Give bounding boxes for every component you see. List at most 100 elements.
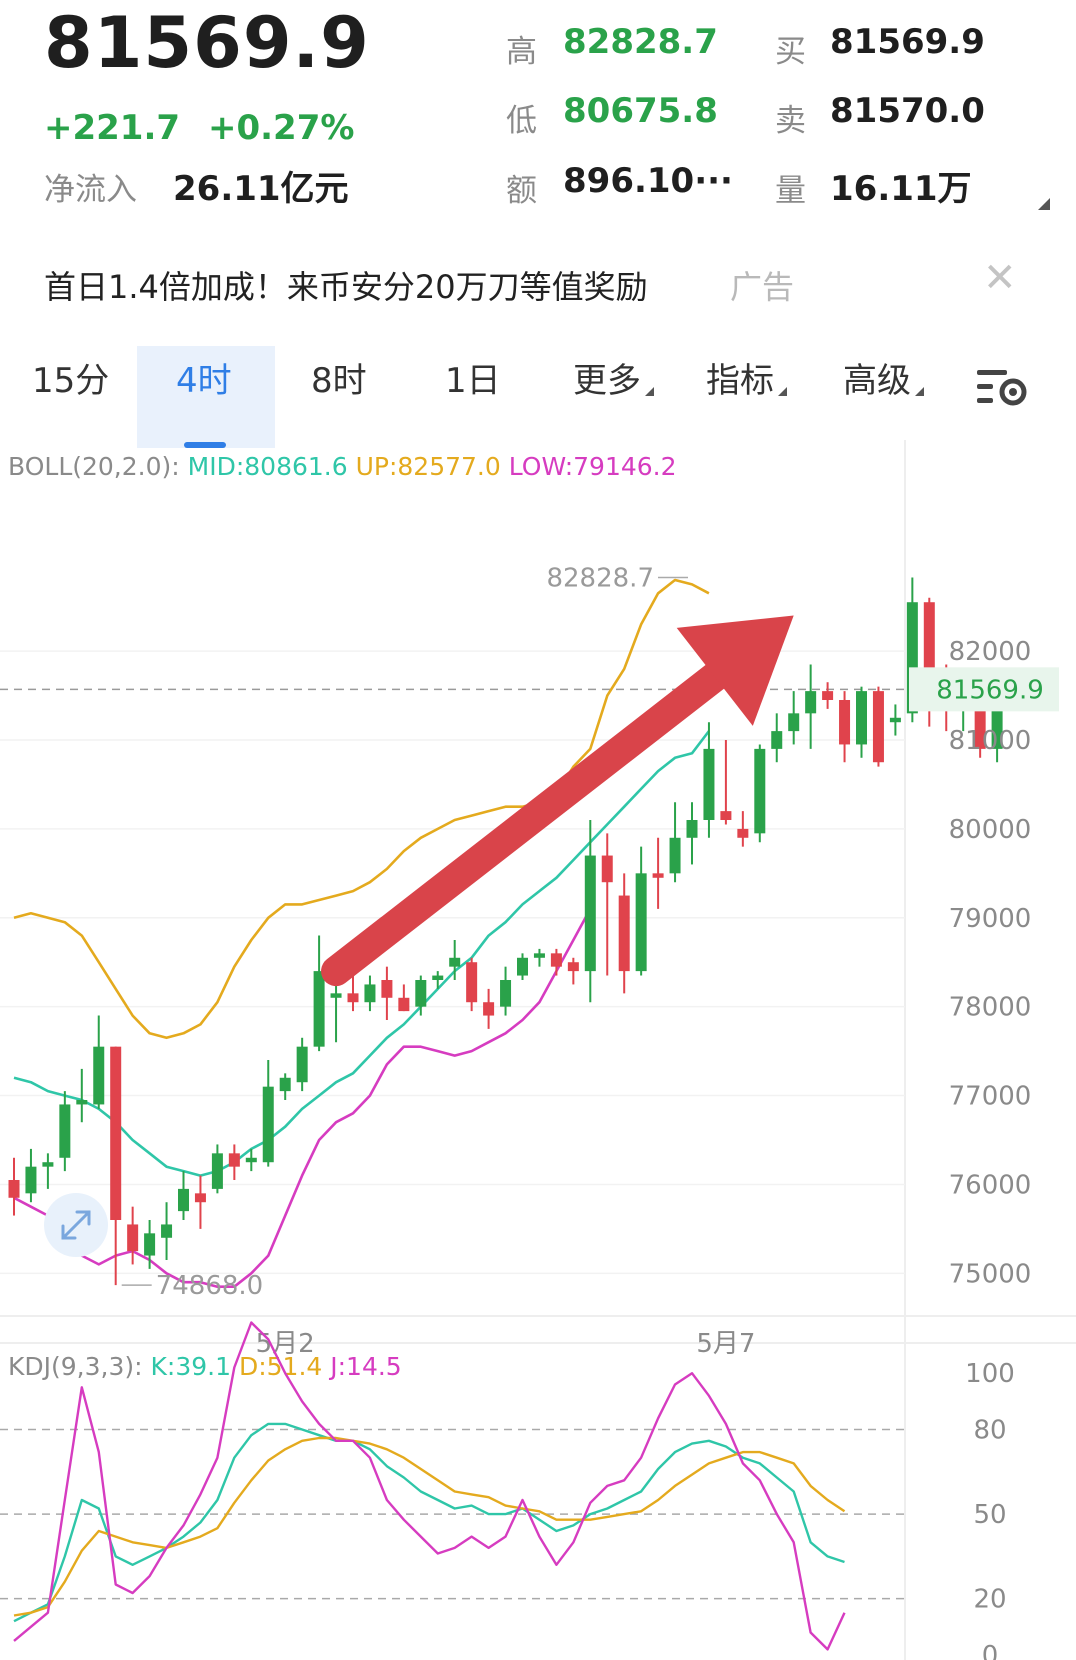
candle-body	[805, 691, 817, 714]
candle-body	[686, 820, 698, 838]
time-axis-label: 5月2	[256, 1329, 315, 1359]
buy-value: 81569.9	[830, 22, 985, 62]
net-inflow-value: 26.11亿元	[173, 169, 349, 209]
kline-chart[interactable]: 82000 81000 80000 79000 78000 77000 76000 75000…	[0, 440, 1076, 1660]
kdj-axis: 100 80 50 20 0	[965, 1359, 1015, 1660]
candle-body	[42, 1162, 54, 1167]
sell-label: 卖	[775, 103, 806, 139]
trend-arrow-shaft	[321, 661, 730, 987]
price-tick-label: 81000	[949, 726, 1032, 756]
volume-value: 16.11万	[830, 169, 972, 209]
chart-overlay: 82828.7 74868.0	[44, 563, 794, 1301]
candle-body	[245, 1157, 257, 1163]
candle-body	[8, 1180, 20, 1198]
candle-body	[178, 1188, 189, 1212]
tab-1d-label: 1日	[445, 361, 501, 401]
ad-banner-text[interactable]: 首日1.4倍加成！来币安分20万刀等值奖励	[44, 262, 648, 308]
candle-body	[601, 855, 613, 883]
candle-body	[839, 700, 851, 745]
candle-body	[466, 962, 478, 1003]
candle-body	[635, 873, 647, 972]
high-marker-label: 82828.7	[546, 563, 654, 593]
candle-body	[364, 984, 376, 1003]
candle-body	[279, 1077, 291, 1092]
candle-body	[550, 953, 562, 967]
candle-body	[856, 691, 867, 745]
candle-body	[262, 1086, 274, 1163]
candle-body	[737, 828, 749, 838]
low-value: 80675.8	[563, 91, 718, 131]
candle-body	[161, 1224, 173, 1238]
tab-1d[interactable]: 1日	[445, 356, 501, 406]
tab-advanced[interactable]: 高级	[843, 356, 924, 406]
price-tick-label: 78000	[949, 993, 1032, 1023]
current-price-label: 81569.9	[936, 675, 1044, 705]
price-tick-label: 77000	[949, 1082, 1032, 1112]
tab-advanced-label: 高级	[843, 361, 911, 401]
candle-body	[822, 691, 834, 700]
low-label: 低	[506, 103, 537, 139]
tab-more[interactable]: 更多	[573, 356, 654, 406]
candle-body	[788, 713, 800, 732]
time-axis-label: 5月7	[696, 1329, 755, 1359]
candle-body	[517, 957, 528, 976]
tab-15m[interactable]: 15分	[32, 356, 109, 406]
candlesticks	[8, 577, 1003, 1286]
candle-body	[584, 855, 596, 972]
kdj-series	[13, 1321, 846, 1651]
candle-body	[25, 1166, 37, 1194]
candle-body	[398, 997, 410, 1012]
candle-body	[432, 975, 444, 980]
candle-body	[228, 1153, 240, 1167]
tab-4h[interactable]: 4时	[176, 356, 232, 406]
chevron-down-icon	[915, 387, 924, 396]
candle-body	[330, 993, 342, 998]
candle-body	[59, 1104, 71, 1158]
candle-body	[889, 717, 901, 723]
expand-quote-icon[interactable]	[1038, 198, 1050, 210]
chevron-down-icon	[778, 387, 787, 396]
candle-body	[296, 1046, 308, 1083]
kdj-k-line	[13, 1422, 845, 1623]
amount-value: 896.10···	[563, 161, 733, 201]
tab-8h[interactable]: 8时	[311, 356, 367, 406]
price-tick-label: 79000	[949, 904, 1032, 934]
last-price: 81569.9	[44, 2, 370, 84]
candle-body	[76, 1100, 88, 1105]
tab-indicators[interactable]: 指标	[706, 356, 787, 406]
candle-body	[567, 962, 579, 972]
candle-body	[313, 971, 325, 1047]
tab-indicators-label: 指标	[706, 361, 774, 401]
candle-body	[754, 748, 766, 834]
high-label: 高	[506, 34, 537, 70]
candle-body	[194, 1193, 206, 1203]
amount-label: 额	[506, 173, 537, 209]
low-marker-label: 74868.0	[156, 1271, 264, 1301]
candle-body	[669, 837, 681, 874]
kdj-tick-label: 20	[973, 1585, 1006, 1615]
candle-body	[923, 602, 935, 674]
candle-body	[127, 1224, 139, 1252]
chart-settings-icon[interactable]	[975, 366, 1029, 410]
kdj-j-line	[13, 1321, 846, 1651]
tab-8h-label: 8时	[311, 361, 367, 401]
candle-body	[533, 953, 545, 958]
price-tick-label: 76000	[949, 1170, 1032, 1200]
price-axis: 82000 81000 80000 79000 78000 77000 76000 75000…	[256, 637, 1059, 1359]
tab-4h-label: 4时	[176, 361, 232, 401]
candle-body	[381, 980, 393, 998]
tab-15m-label: 15分	[32, 361, 110, 401]
net-inflow-label: 净流入	[44, 172, 137, 208]
candle-body	[703, 748, 715, 820]
price-tick-label: 82000	[949, 637, 1032, 667]
sell-value: 81570.0	[830, 91, 985, 131]
candle-body	[110, 1046, 122, 1220]
candle-body	[720, 811, 732, 820]
tab-more-label: 更多	[573, 361, 641, 401]
ad-close-icon[interactable]: ✕	[983, 258, 1017, 298]
candle-body	[652, 873, 664, 878]
kdj-tick-label: 50	[973, 1500, 1006, 1530]
price-change-percent: +0.27%	[208, 108, 355, 148]
candle-body	[347, 993, 359, 1003]
high-value: 82828.7	[563, 22, 718, 62]
